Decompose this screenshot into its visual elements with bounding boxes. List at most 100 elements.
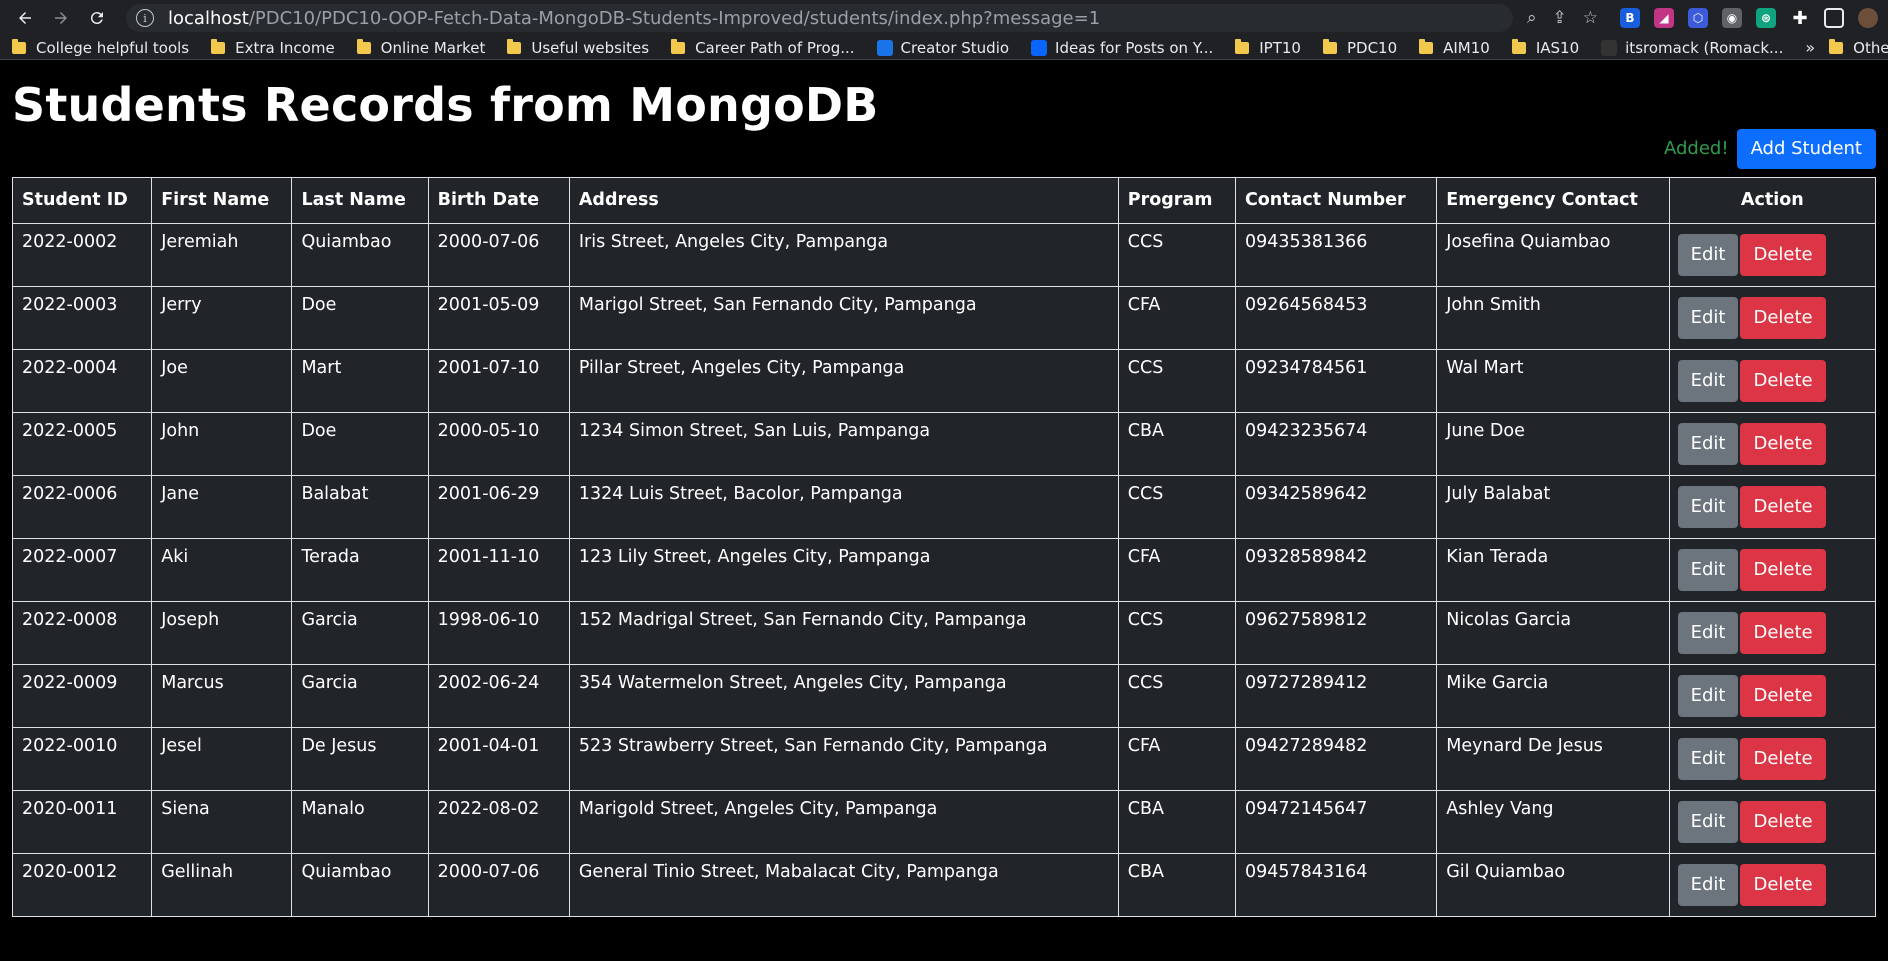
- table-cell: 354 Watermelon Street, Angeles City, Pam…: [568, 663, 1119, 728]
- bookmark-item[interactable]: Career Path of Prog...: [671, 38, 855, 57]
- table-row: 2022-0003 Jerry Doe 2001-05-09 Marigol Stree…: [11, 285, 1877, 350]
- table-row: 2022-0008 Joseph Garcia 1998-06-10 152 Madri…: [11, 600, 1877, 665]
- bookmark-label: Extra Income: [235, 38, 335, 57]
- bookmark-item[interactable]: IAS10: [1511, 38, 1580, 57]
- table-cell: 2022-0004: [11, 348, 153, 413]
- address-bar[interactable]: i localhost/PDC10/PDC10-OOP-Fetch-Data-M…: [126, 4, 1513, 32]
- table-cell: 2001-07-10: [427, 348, 570, 413]
- table-cell: 09328589842: [1234, 537, 1438, 602]
- row-actions: Edit Delete: [1668, 726, 1877, 791]
- delete-button[interactable]: Delete: [1740, 233, 1826, 276]
- delete-button[interactable]: Delete: [1740, 737, 1826, 780]
- table-cell: 2022-08-02: [427, 789, 570, 854]
- edit-button[interactable]: Edit: [1677, 548, 1739, 591]
- edit-button[interactable]: Edit: [1677, 296, 1739, 339]
- edit-button[interactable]: Edit: [1677, 674, 1739, 717]
- table-cell: 2020-0012: [11, 852, 153, 917]
- back-button[interactable]: [10, 3, 40, 33]
- bookmark-item[interactable]: IPT10: [1235, 38, 1301, 57]
- share-icon[interactable]: ⇪: [1553, 8, 1567, 28]
- bookmark-item[interactable]: College helpful tools: [12, 38, 189, 57]
- bitwarden-icon[interactable]: B: [1620, 8, 1640, 28]
- table-cell: 523 Strawberry Street, San Fernando City…: [568, 726, 1119, 791]
- bookmark-item[interactable]: Useful websites: [507, 38, 650, 57]
- star-icon[interactable]: ☆: [1583, 8, 1598, 28]
- delete-button[interactable]: Delete: [1740, 863, 1826, 906]
- zoom-icon[interactable]: ⌕: [1527, 8, 1537, 28]
- column-header: Birth Date: [427, 176, 570, 224]
- delete-button[interactable]: Delete: [1740, 611, 1826, 654]
- table-cell: Marcus: [151, 663, 293, 728]
- table-cell: De Jesus: [291, 726, 429, 791]
- delete-button[interactable]: Delete: [1740, 548, 1826, 591]
- table-cell: Meynard De Jesus: [1436, 726, 1670, 791]
- add-student-button[interactable]: Add Student: [1736, 128, 1876, 169]
- table-cell: 2022-0002: [11, 222, 153, 287]
- table-row: 2022-0009 Marcus Garcia 2002-06-24 354 Water…: [11, 663, 1877, 728]
- table-cell: Jesel: [151, 726, 293, 791]
- table-cell: 09423235674: [1234, 411, 1438, 476]
- bookmark-label: Useful websites: [531, 38, 650, 57]
- edit-button[interactable]: Edit: [1677, 233, 1739, 276]
- browser-toolbar: i localhost/PDC10/PDC10-OOP-Fetch-Data-M…: [0, 0, 1888, 36]
- students-table: Student ID First Name Last Name Birth Date A…: [11, 176, 1877, 917]
- bookmark-item[interactable]: AIM10: [1419, 38, 1490, 57]
- table-cell: CCS: [1117, 222, 1236, 287]
- puzzle-icon[interactable]: ✚: [1790, 8, 1810, 29]
- bookmarks-overflow-button[interactable]: »: [1805, 38, 1815, 57]
- reload-button[interactable]: [82, 3, 112, 33]
- table-cell: Quiambao: [291, 852, 429, 917]
- delete-button[interactable]: Delete: [1740, 296, 1826, 339]
- camera-icon[interactable]: ◉: [1722, 8, 1742, 28]
- edit-button[interactable]: Edit: [1677, 611, 1739, 654]
- table-cell: Doe: [291, 411, 429, 476]
- bookmark-item[interactable]: Creator Studio: [876, 39, 1009, 57]
- table-row: 2020-0011 Siena Manalo 2022-08-02 Marigold S…: [11, 789, 1877, 854]
- bookmark-item[interactable]: Ideas for Posts on Y...: [1031, 39, 1213, 57]
- bookmark-item[interactable]: Extra Income: [211, 38, 335, 57]
- table-cell: 2001-05-09: [427, 285, 570, 350]
- delete-button[interactable]: Delete: [1740, 359, 1826, 402]
- table-cell: Nicolas Garcia: [1436, 600, 1670, 665]
- table-cell: 09472145647: [1234, 789, 1438, 854]
- site-favicon-icon: [876, 39, 893, 56]
- table-cell: 2001-11-10: [427, 537, 570, 602]
- table-cell: Marigol Street, San Fernando City, Pampa…: [568, 285, 1119, 350]
- bookmark-item[interactable]: PDC10: [1322, 38, 1397, 57]
- table-cell: 2000-07-06: [427, 222, 570, 287]
- info-icon[interactable]: i: [136, 9, 154, 27]
- chatgpt-icon[interactable]: ⊛: [1756, 8, 1776, 28]
- table-cell: 2020-0011: [11, 789, 153, 854]
- table-cell: John Smith: [1436, 285, 1670, 350]
- edit-button[interactable]: Edit: [1677, 800, 1739, 843]
- edit-button[interactable]: Edit: [1677, 485, 1739, 528]
- other-bookmarks[interactable]: Other bookmar: [1829, 38, 1888, 57]
- success-message: Added!: [1663, 138, 1729, 160]
- delete-button[interactable]: Delete: [1740, 800, 1826, 843]
- bookmarks-bar: College helpful tools Extra Income Online …: [0, 36, 1888, 60]
- bookmark-label: IAS10: [1535, 38, 1580, 57]
- table-cell: Ashley Vang: [1436, 789, 1670, 854]
- delete-button[interactable]: Delete: [1740, 485, 1826, 528]
- edit-button[interactable]: Edit: [1677, 422, 1739, 465]
- forward-button[interactable]: [46, 3, 76, 33]
- table-cell: CFA: [1117, 726, 1236, 791]
- folder-icon: [507, 38, 522, 54]
- edit-button[interactable]: Edit: [1677, 359, 1739, 402]
- table-row: 2022-0007 Aki Terada 2001-11-10 123 Lily Str…: [11, 537, 1877, 602]
- bookmark-item[interactable]: Online Market: [356, 38, 485, 57]
- sidepanel-icon[interactable]: [1824, 8, 1844, 28]
- table-cell: Aki: [151, 537, 293, 602]
- edit-button[interactable]: Edit: [1677, 737, 1739, 780]
- table-cell: 2000-05-10: [427, 411, 570, 476]
- edit-button[interactable]: Edit: [1677, 863, 1739, 906]
- delete-button[interactable]: Delete: [1740, 422, 1826, 465]
- column-header: Address: [568, 176, 1119, 224]
- extension-hex-icon[interactable]: ⬡: [1688, 8, 1708, 28]
- extension-flag-icon[interactable]: ◢: [1654, 8, 1674, 28]
- delete-button[interactable]: Delete: [1740, 674, 1826, 717]
- table-cell: Marigold Street, Angeles City, Pampanga: [568, 789, 1119, 854]
- avatar[interactable]: [1858, 8, 1878, 28]
- table-row: 2022-0002 Jeremiah Quiambao 2000-07-06 Iris …: [11, 222, 1877, 287]
- bookmark-item[interactable]: itsromack (Romack...: [1601, 39, 1783, 57]
